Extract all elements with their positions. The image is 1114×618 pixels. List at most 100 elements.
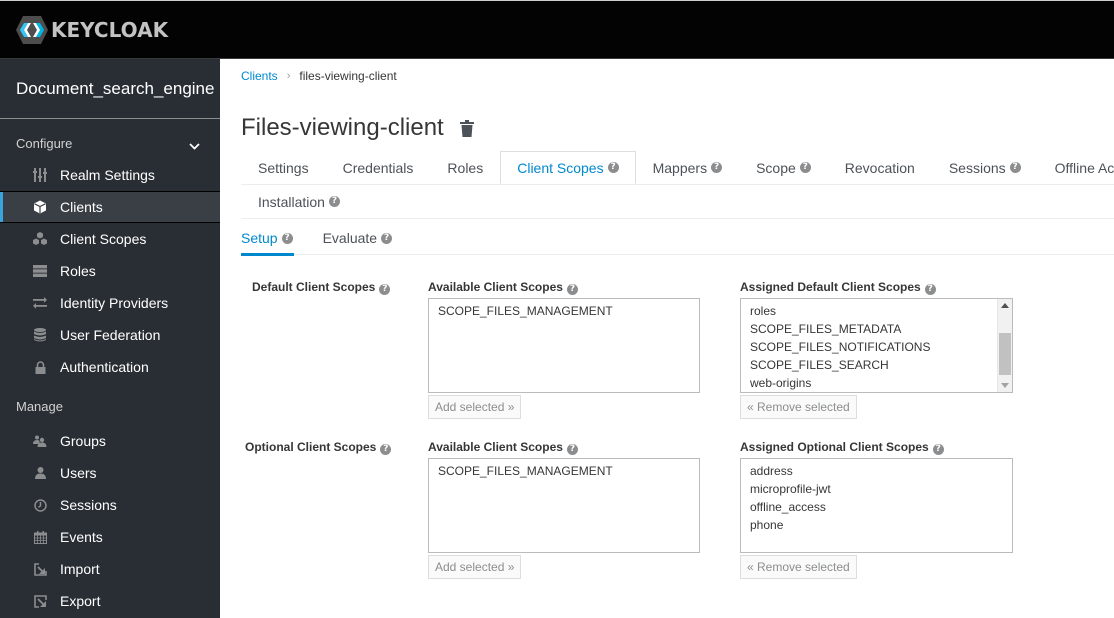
cube-icon	[32, 199, 48, 215]
help-icon[interactable]: ?	[711, 162, 723, 173]
subtab-evaluate[interactable]: Evaluate?	[323, 221, 393, 255]
help-icon[interactable]: ?	[328, 196, 340, 207]
breadcrumb-clients-link[interactable]: Clients	[241, 69, 278, 83]
sidebar-item-clients[interactable]: Clients	[0, 191, 220, 223]
sidebar-item-label: Authentication	[60, 359, 149, 375]
label-text: Optional Client Scopes	[245, 440, 377, 454]
tab-credentials[interactable]: Credentials	[326, 151, 431, 184]
label-text: Assigned Default Client Scopes	[740, 280, 921, 294]
sidebar-item-realm-settings[interactable]: Realm Settings	[0, 159, 220, 191]
help-icon[interactable]: ?	[381, 232, 393, 244]
optional-remove-selected-button[interactable]: « Remove selected	[740, 555, 857, 579]
list-option[interactable]: SCOPE_FILES_MANAGEMENT	[438, 462, 690, 480]
tab-label: Settings	[258, 159, 309, 176]
sidebar-item-client-scopes[interactable]: Client Scopes	[0, 223, 220, 255]
scroll-up-icon[interactable]	[1001, 303, 1009, 308]
sidebar-item-events[interactable]: Events	[0, 521, 220, 553]
optional-add-selected-button[interactable]: Add selected »	[428, 555, 522, 579]
sidebar-item-export[interactable]: Export	[0, 585, 220, 617]
sidebar-item-label: User Federation	[60, 327, 161, 343]
help-icon[interactable]: ?	[281, 232, 293, 244]
main-content: Clients › files-viewing-client Files-vie…	[220, 59, 1114, 618]
list-option[interactable]: SCOPE_FILES_MANAGEMENT	[438, 302, 690, 320]
list-option[interactable]: web-origins	[750, 374, 1003, 392]
help-icon[interactable]: ?	[566, 284, 578, 295]
chevron-down-icon[interactable]	[189, 138, 200, 153]
scrollbar-thumb[interactable]	[999, 333, 1011, 375]
list-option[interactable]: offline_access	[750, 498, 1003, 516]
optional-available-label: Available Client Scopes?	[428, 440, 578, 455]
tab-roles[interactable]: Roles	[430, 151, 500, 184]
tab-installation[interactable]: Installation?	[241, 185, 357, 218]
manage-label: Manage	[16, 399, 63, 414]
list-option[interactable]: SCOPE_FILES_NOTIFICATIONS	[750, 338, 1003, 356]
tab-client-scopes[interactable]: Client Scopes?	[500, 151, 636, 184]
page-title: Files-viewing-client	[241, 114, 474, 142]
sidebar-item-roles[interactable]: Roles	[0, 255, 220, 287]
tab-label: Installation	[258, 193, 325, 210]
sidebar-item-import[interactable]: Import	[0, 553, 220, 585]
default-add-selected-button[interactable]: Add selected »	[428, 395, 522, 419]
sidebar-item-label: Realm Settings	[60, 167, 155, 183]
list-option[interactable]: phone	[750, 516, 1003, 534]
tab-revocation[interactable]: Revocation	[828, 151, 932, 184]
list-option[interactable]: address	[750, 462, 1003, 480]
trash-icon[interactable]	[459, 119, 474, 137]
label-text: Available Client Scopes	[428, 440, 563, 454]
breadcrumb: Clients › files-viewing-client	[241, 69, 397, 83]
sidebar-item-users[interactable]: Users	[0, 457, 220, 489]
realm-selector[interactable]: Document_search_engine	[0, 59, 220, 119]
configure-section-title[interactable]: Configure	[0, 136, 220, 156]
calendar-icon	[32, 529, 48, 545]
sliders-icon	[32, 167, 48, 183]
tab-settings[interactable]: Settings	[241, 151, 326, 184]
tab-label: Scope	[756, 159, 796, 176]
sidebar-item-sessions[interactable]: Sessions	[0, 489, 220, 521]
sidebar-item-identity-providers[interactable]: Identity Providers	[0, 287, 220, 319]
default-remove-selected-button[interactable]: « Remove selected	[740, 395, 857, 419]
sidebar-item-label: Events	[60, 529, 103, 545]
configure-label: Configure	[16, 136, 73, 151]
scroll-down-icon[interactable]	[1001, 383, 1009, 388]
help-icon[interactable]: ?	[379, 284, 391, 295]
tab-sessions[interactable]: Sessions?	[932, 151, 1038, 184]
tab-label: Roles	[447, 159, 484, 176]
default-available-scopes-list[interactable]: SCOPE_FILES_MANAGEMENT	[428, 298, 700, 393]
clock-icon	[32, 497, 48, 513]
help-icon[interactable]: ?	[924, 284, 936, 295]
assigned-default-scopes-list[interactable]: roles SCOPE_FILES_METADATA SCOPE_FILES_N…	[740, 298, 1013, 393]
tab-offline-access[interactable]: Offline Access?	[1038, 151, 1114, 184]
assigned-optional-scopes-list[interactable]: address microprofile-jwt offline_access …	[740, 458, 1013, 553]
help-icon[interactable]: ?	[380, 444, 392, 455]
help-icon[interactable]: ?	[566, 444, 578, 455]
tab-scope[interactable]: Scope?	[739, 151, 828, 184]
list-option[interactable]: roles	[750, 302, 1003, 320]
optional-available-scopes-list[interactable]: SCOPE_FILES_MANAGEMENT	[428, 458, 700, 553]
list-option[interactable]: SCOPE_FILES_SEARCH	[750, 356, 1003, 374]
assigned-optional-label: Assigned Optional Client Scopes?	[740, 440, 944, 455]
sidebar-item-authentication[interactable]: Authentication	[0, 351, 220, 383]
page-title-text: Files-viewing-client	[241, 114, 444, 141]
subtab-label: Setup	[241, 230, 278, 246]
sidebar-item-label: Users	[60, 465, 97, 481]
lock-icon	[32, 359, 48, 375]
keycloak-logo-icon	[16, 16, 48, 44]
tab-label: Credentials	[342, 159, 414, 176]
list-option[interactable]: microprofile-jwt	[750, 480, 1003, 498]
list-scrollbar[interactable]	[997, 299, 1012, 392]
tab-mappers[interactable]: Mappers?	[636, 151, 739, 184]
list-option[interactable]: SCOPE_FILES_METADATA	[750, 320, 1003, 338]
tab-label: Sessions	[948, 159, 1006, 176]
help-icon[interactable]: ?	[799, 162, 811, 173]
help-icon[interactable]: ?	[607, 162, 619, 173]
tab-label: Client Scopes	[517, 159, 604, 176]
export-icon	[32, 593, 48, 609]
help-icon[interactable]: ?	[1009, 162, 1021, 173]
keycloak-logo[interactable]: KEYCLOAK	[15, 15, 168, 45]
sidebar-item-user-federation[interactable]: User Federation	[0, 319, 220, 351]
help-icon[interactable]: ?	[932, 444, 944, 455]
top-navbar: KEYCLOAK	[0, 0, 1114, 59]
cubes-icon	[32, 231, 48, 247]
sidebar-item-groups[interactable]: Groups	[0, 425, 220, 457]
subtab-setup[interactable]: Setup?	[241, 221, 294, 256]
